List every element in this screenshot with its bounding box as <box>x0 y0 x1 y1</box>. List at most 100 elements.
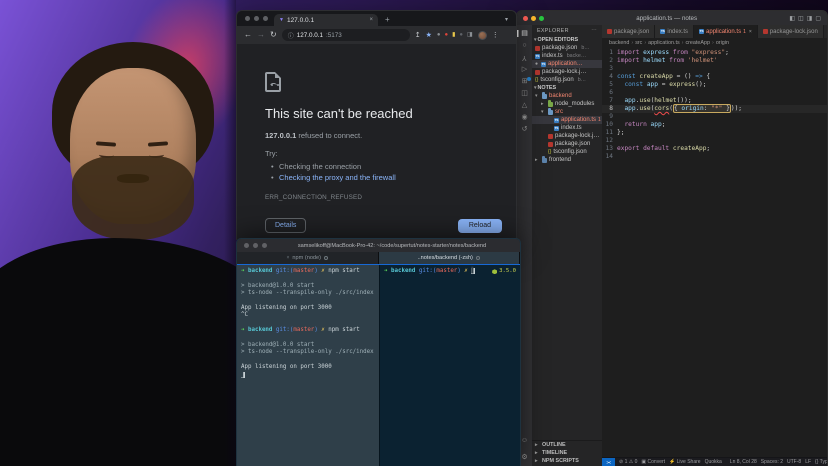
source-control-icon[interactable]: Y <box>517 54 532 61</box>
status-item[interactable]: UTF-8 <box>787 459 801 465</box>
tab-search-chevron-icon[interactable]: ▾ <box>505 16 508 23</box>
extension-note-yellow-icon[interactable]: ▮ <box>452 32 455 38</box>
editor-tab[interactable]: package-lock.json <box>758 25 824 38</box>
open-editor-item[interactable]: tsconfig.json b… <box>532 76 602 84</box>
layout-customize-icon[interactable]: ▢ <box>815 15 821 22</box>
status-item[interactable]: ▣ Convert <box>641 459 665 465</box>
open-editor-item[interactable]: index.ts backe… <box>532 52 602 60</box>
sidebar-bottom-sections: ▸ OUTLINE ▸ TIMELINE ▸ NPM SCRIPTS <box>532 440 602 466</box>
run-debug-icon[interactable]: ▷ <box>517 66 532 73</box>
editor-tab[interactable]: package.json <box>602 25 655 38</box>
status-item[interactable]: LF <box>805 459 811 465</box>
code-line: 11 }; <box>602 129 827 137</box>
extension-dot-gray-icon[interactable]: ● <box>437 32 441 38</box>
status-item[interactable]: Quokka <box>705 459 722 465</box>
status-item[interactable]: Spaces: 2 <box>761 459 783 465</box>
tree-item[interactable]: tsconfig.json <box>532 148 602 156</box>
dirty-dot-icon[interactable]: ● <box>535 61 539 67</box>
details-button[interactable]: Details <box>265 218 306 233</box>
testing-icon[interactable]: △ <box>517 102 532 109</box>
new-tab-button[interactable]: + <box>385 15 390 24</box>
address-bar[interactable]: ⓘ 127.0.0.1 :5173 <box>282 29 410 41</box>
profile-avatar[interactable] <box>478 31 487 40</box>
terminal-pane-left[interactable]: ➜ backend git:(master) ✗ npm start > bac… <box>237 265 379 466</box>
window-controls[interactable] <box>237 16 274 26</box>
back-button[interactable]: ← <box>244 31 252 39</box>
remote-indicator[interactable]: >< <box>602 458 615 466</box>
code-editor[interactable]: 1 import express from "express"; 2 impor… <box>602 47 827 457</box>
sidebar-bottom-section[interactable]: ▸ NPM SCRIPTS <box>532 457 602 465</box>
editor-tab-label: application.ts <box>706 29 741 35</box>
browser-menu-icon[interactable]: ⋮ <box>492 31 499 39</box>
extension-panel-icon[interactable]: ◨ <box>467 32 473 38</box>
tab-close-icon[interactable]: × <box>286 255 289 261</box>
extension-dot-dim-icon[interactable]: ● <box>459 32 463 38</box>
breadcrumb-item[interactable]: application.ts <box>648 40 685 46</box>
breadcrumb-item[interactable]: backend <box>609 40 635 46</box>
breadcrumb-item[interactable]: origin <box>716 40 729 46</box>
terminal-line: ^C <box>241 312 375 319</box>
extension-dot-red-icon[interactable]: ● <box>444 32 448 38</box>
project-section-header[interactable]: ▾ NOTES <box>532 84 602 92</box>
sidebar-bottom-section[interactable]: ▸ TIMELINE <box>532 449 602 457</box>
traffic-light-minimize[interactable] <box>531 16 536 21</box>
open-editor-item[interactable]: package.json b… <box>532 44 602 52</box>
open-editors-header[interactable]: ▾ OPEN EDITORS <box>532 36 602 44</box>
explorer-icon[interactable]: ▤ <box>517 30 532 37</box>
line-number: 4 <box>602 73 617 81</box>
window-control-dot[interactable] <box>262 243 267 248</box>
tree-item[interactable]: package-lock.j… <box>532 132 602 140</box>
browser-tab[interactable]: ▼ 127.0.0.1 × <box>274 14 378 26</box>
code-line: 5 const app = express(); <box>602 81 827 89</box>
search-icon[interactable]: ○ <box>517 42 532 49</box>
split-editor-icon[interactable]: ◫ <box>824 25 828 38</box>
traffic-light-close[interactable] <box>523 16 528 21</box>
live-share-icon[interactable]: ↺ <box>517 126 532 133</box>
tab-close-icon[interactable]: × <box>749 29 752 35</box>
tree-item[interactable]: ▸ node_modules <box>532 100 602 108</box>
tab-close-icon[interactable]: × <box>369 17 373 23</box>
reload-page-button[interactable]: Reload <box>458 219 502 233</box>
tree-item[interactable]: package.json <box>532 140 602 148</box>
quokka-icon[interactable]: ◉ <box>517 114 532 121</box>
status-item[interactable]: ⊘ 1 ⚠ 0 <box>619 459 637 465</box>
layout-sidebar-icon[interactable]: ◧ <box>789 15 795 22</box>
status-item[interactable]: Ln 8, Col 28 <box>730 459 757 465</box>
suggestion-link[interactable]: Checking the proxy and the firewall <box>279 173 396 182</box>
window-control-dot[interactable] <box>244 243 249 248</box>
breadcrumb-item[interactable]: src <box>635 40 648 46</box>
text-segment: ▋ <box>471 268 475 274</box>
traffic-light-zoom[interactable] <box>539 16 544 21</box>
open-editor-item[interactable]: package-lock.j… <box>532 68 602 76</box>
docker-icon[interactable]: ◫ <box>517 90 532 97</box>
reload-button[interactable]: ↻ <box>270 31 277 39</box>
extensions-icon[interactable]: ⊞ <box>517 78 532 85</box>
forward-button[interactable]: → <box>257 31 265 39</box>
layout-secondary-sidebar-icon[interactable]: ◨ <box>807 15 813 22</box>
tree-item[interactable]: application.ts 1 <box>532 116 602 124</box>
status-item[interactable]: {} TypeScript <box>815 459 827 465</box>
editor-tab[interactable]: index.ts <box>655 25 694 38</box>
editor-tab[interactable]: application.ts 1 × <box>694 25 758 38</box>
code-line: 14 <box>602 153 827 161</box>
tree-item[interactable]: index.ts <box>532 124 602 132</box>
sidebar-bottom-section[interactable]: ▸ OUTLINE <box>532 441 602 449</box>
terminal-tab[interactable]: × npm (node) <box>237 252 379 264</box>
tree-item[interactable]: ▸ frontend <box>532 156 602 164</box>
terminal-tab[interactable]: ..notes/backend (-zsh) <box>379 252 521 264</box>
layout-panel-icon[interactable]: ◫ <box>798 15 804 22</box>
status-item[interactable]: ⚡ Live Share <box>669 459 701 465</box>
text-segment: createApp <box>639 73 673 80</box>
tree-item[interactable]: ▾ src <box>532 108 602 116</box>
bookmark-star-icon[interactable]: ★ <box>426 31 432 39</box>
open-editor-item[interactable]: ● application… <box>532 60 602 68</box>
terminal-tab-label: npm (node) <box>292 255 321 261</box>
terminal-pane-right[interactable]: ➜ backend git:(master) ✗ ▋ 3.5.0 <box>379 265 520 466</box>
breadcrumb-item[interactable]: createApp <box>685 40 715 46</box>
share-icon[interactable]: ↥ <box>415 31 421 39</box>
site-info-icon[interactable]: ⓘ <box>288 31 294 40</box>
text-segment: createApp <box>673 145 707 152</box>
window-control-dot[interactable] <box>253 243 258 248</box>
tree-item[interactable]: ▾ backend <box>532 92 602 100</box>
explorer-more-icon[interactable]: ⋯ <box>591 28 597 34</box>
